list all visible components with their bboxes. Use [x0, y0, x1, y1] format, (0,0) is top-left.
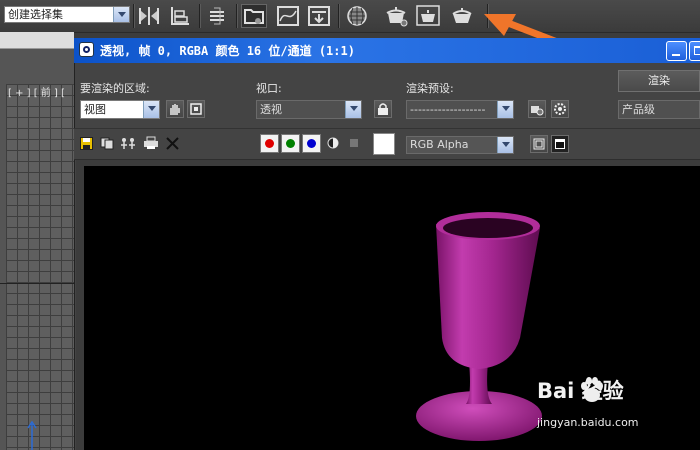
teapot-settings-icon: [531, 106, 544, 116]
blue-channel-icon: [307, 139, 316, 148]
hand-icon: [170, 104, 180, 115]
axis-gizmo-icon: [27, 420, 37, 450]
edit-region-button[interactable]: [166, 100, 184, 118]
viewport-dropdown[interactable]: 透视: [256, 100, 362, 119]
clear-icon[interactable]: [166, 137, 179, 150]
monochrome-icon[interactable]: [349, 138, 359, 148]
viewport-strip: [0, 32, 74, 49]
render-production-button[interactable]: [415, 4, 441, 28]
save-image-icon[interactable]: [80, 137, 93, 150]
lock-viewport-button[interactable]: [374, 100, 392, 118]
material-editor-button[interactable]: [306, 4, 332, 28]
render-iterative-icon: [452, 8, 472, 23]
quality-dropdown[interactable]: 产品级: [618, 100, 700, 119]
red-channel-button[interactable]: [260, 134, 279, 153]
lock-icon: [378, 103, 388, 115]
display-channel-value: RGB Alpha: [410, 138, 469, 151]
paw-icon: [581, 377, 603, 402]
minimize-icon: [672, 54, 680, 56]
render-iterative-button[interactable]: [449, 4, 475, 28]
window-title: 透视, 帧 0, RGBA 颜色 16 位/通道 (1:1): [100, 44, 355, 58]
environment-button[interactable]: [551, 100, 569, 118]
copy-image-icon[interactable]: [100, 137, 114, 150]
selection-set-dropdown[interactable]: 创建选择集: [4, 6, 130, 23]
toolbar-separator: [338, 4, 340, 28]
chevron-down-icon[interactable]: [497, 137, 513, 153]
maximize-button[interactable]: [689, 41, 700, 61]
render-preset-value: -------------------: [410, 103, 486, 116]
align-button[interactable]: [167, 4, 193, 28]
rendered-frame-window-button[interactable]: [383, 4, 409, 28]
watermark-url: jingyan.baidu.com: [537, 416, 639, 429]
alpha-channel-icon[interactable]: [327, 137, 339, 149]
render-preset-dropdown[interactable]: -------------------: [406, 100, 514, 119]
layer-manager-button[interactable]: [204, 4, 230, 28]
toggle-ui-button[interactable]: [551, 135, 569, 153]
schematic-view-button[interactable]: [241, 4, 267, 28]
layer-manager-icon: [210, 7, 224, 25]
viewport-label[interactable]: [ + ] [ 前 ] [: [8, 84, 65, 99]
app-icon: [79, 42, 94, 57]
toolbar-separator: [199, 4, 201, 28]
maximize-icon: [694, 46, 700, 55]
render-preset-label: 渲染预设:: [406, 82, 454, 95]
minimize-button[interactable]: [666, 41, 687, 61]
schematic-view-icon: [244, 9, 264, 24]
area-to-render-value: 视图: [84, 103, 106, 116]
red-channel-icon: [265, 139, 274, 148]
viewport-grid[interactable]: [6, 84, 74, 450]
green-channel-button[interactable]: [281, 134, 300, 153]
quality-value: 产品级: [622, 103, 655, 116]
overlay-icon: [533, 138, 545, 150]
curve-editor-button[interactable]: [275, 4, 301, 28]
area-to-render-label: 要渲染的区域:: [80, 82, 150, 95]
viewport-edge: [0, 84, 6, 450]
viewport-value: 透视: [260, 103, 282, 116]
chevron-down-icon[interactable]: [345, 101, 361, 118]
chevron-down-icon[interactable]: [497, 101, 513, 118]
display-channel-dropdown[interactable]: RGB Alpha: [406, 136, 514, 154]
toggle-ui-overlay-button[interactable]: [530, 135, 548, 153]
chevron-down-icon[interactable]: [113, 7, 129, 22]
clone-window-icon[interactable]: [120, 136, 136, 150]
blue-channel-button[interactable]: [302, 134, 321, 153]
area-to-render-dropdown[interactable]: 视图: [80, 100, 160, 119]
region-icon: [190, 103, 202, 115]
chevron-down-icon[interactable]: [143, 101, 159, 118]
toolbar-separator: [236, 4, 238, 28]
toolbar-separator: [133, 4, 135, 28]
gear-icon: [554, 103, 566, 115]
goblet-render: [416, 212, 542, 441]
mirror-button[interactable]: [136, 4, 162, 28]
render-button[interactable]: 渲染: [618, 70, 700, 92]
align-icon: [171, 7, 189, 25]
curve-editor-icon: [277, 6, 299, 26]
auto-region-button[interactable]: [187, 100, 205, 118]
print-image-icon[interactable]: [143, 136, 159, 150]
color-swatch[interactable]: [373, 133, 395, 155]
display-icon: [555, 139, 565, 149]
main-toolbar: 创建选择集: [0, 0, 700, 33]
rendered-frame-window-icon: [386, 7, 408, 27]
render-setup-icon: [347, 6, 367, 26]
mirror-icon: [139, 7, 159, 25]
viewport-axis-line: [0, 283, 74, 284]
green-channel-icon: [286, 139, 295, 148]
render-setup-small-button[interactable]: [528, 100, 546, 118]
render-production-icon: [416, 5, 440, 26]
render-setup-button[interactable]: [344, 4, 370, 28]
material-editor-icon: [308, 6, 330, 26]
selection-set-value: 创建选择集: [8, 8, 63, 21]
viewport-label-text: 视口:: [256, 82, 282, 95]
